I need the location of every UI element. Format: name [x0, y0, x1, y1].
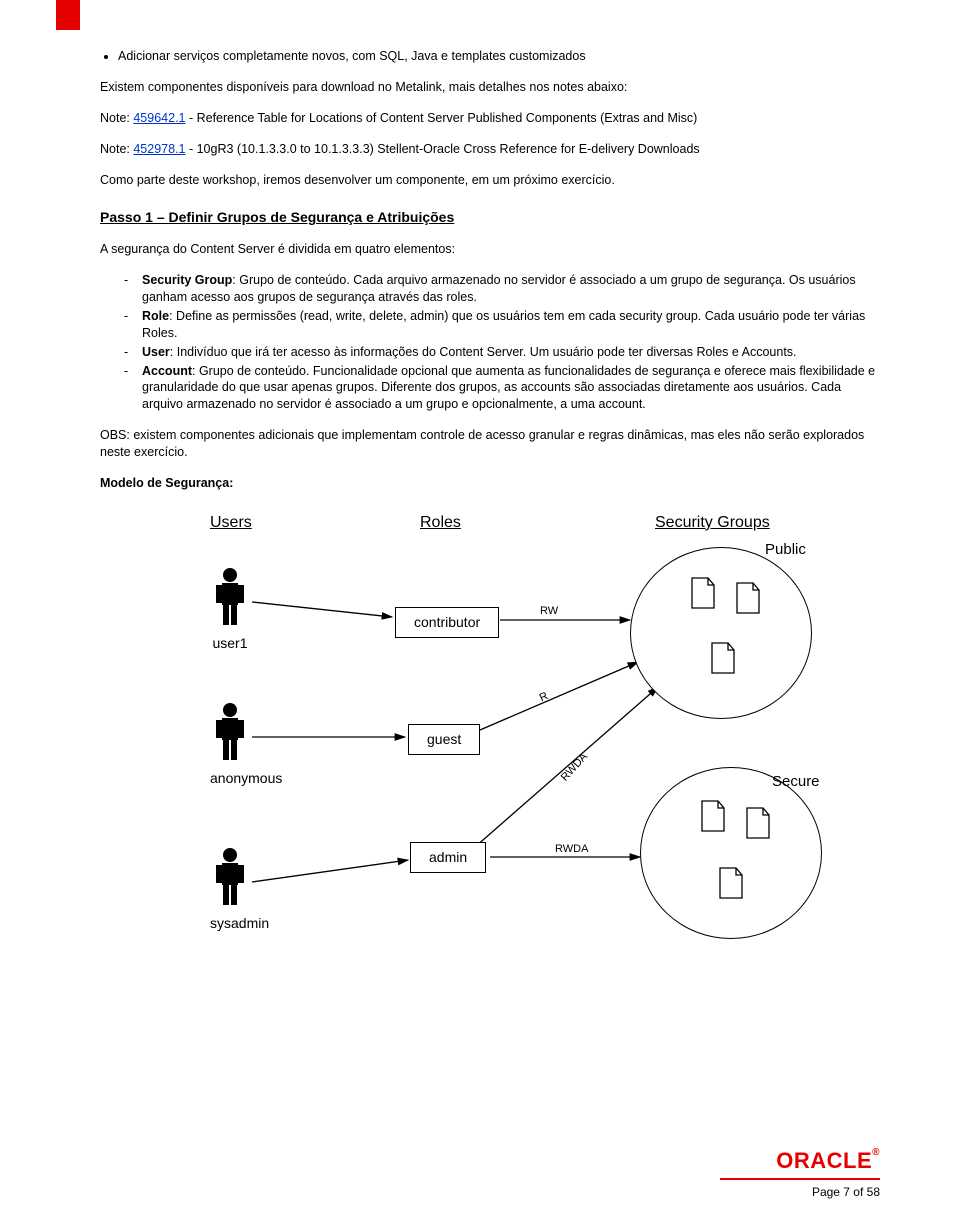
note-2-link[interactable]: 452978.1: [133, 142, 185, 156]
def-security-group-text: : Grupo de conteúdo. Cada arquivo armaze…: [142, 273, 856, 304]
def-user-text: : Indivíduo que irá ter acesso às inform…: [170, 345, 797, 359]
def-user-term: User: [142, 345, 170, 359]
document-icon: [690, 577, 716, 609]
oracle-logo: ORACLE®: [720, 1146, 880, 1176]
note-1: Note: 459642.1 - Reference Table for Loc…: [100, 110, 880, 127]
document-icon: [735, 582, 761, 614]
def-account-text: : Grupo de conteúdo. Funcionalidade opci…: [142, 364, 875, 412]
note-1-link[interactable]: 459642.1: [133, 111, 185, 125]
def-security-group-term: Security Group: [142, 273, 232, 287]
def-account: Account: Grupo de conteúdo. Funcionalida…: [124, 363, 880, 414]
def-role-term: Role: [142, 309, 169, 323]
column-header-security-groups: Security Groups: [655, 512, 770, 534]
workshop-note: Como parte deste workshop, iremos desenv…: [100, 172, 880, 189]
note-2: Note: 452978.1 - 10gR3 (10.1.3.3.0 to 10…: [100, 141, 880, 158]
user-icon-anonymous: anonymous: [210, 702, 250, 788]
user-label-anonymous: anonymous: [210, 769, 250, 788]
components-intro: Existem componentes disponíveis para dow…: [100, 79, 880, 96]
def-role: Role: Define as permissões (read, write,…: [124, 308, 880, 342]
security-definitions: Security Group: Grupo de conteúdo. Cada …: [100, 272, 880, 413]
column-header-users: Users: [210, 512, 252, 534]
user-icon-user1: user1: [210, 567, 250, 653]
obs-note: OBS: existem componentes adicionais que …: [100, 427, 880, 461]
security-model-heading-text: Modelo de Segurança:: [100, 476, 233, 490]
page-content: Adicionar serviços completamente novos, …: [0, 0, 960, 952]
def-user: User: Indivíduo que irá ter acesso às in…: [124, 344, 880, 361]
document-icon: [700, 800, 726, 832]
group-label-public: Public: [765, 540, 806, 560]
security-model-heading: Modelo de Segurança:: [100, 475, 880, 492]
user-label-user1: user1: [210, 634, 250, 653]
oracle-logo-underline: [720, 1178, 880, 1180]
def-security-group: Security Group: Grupo de conteúdo. Cada …: [124, 272, 880, 306]
def-account-term: Account: [142, 364, 192, 378]
registered-mark-icon: ®: [872, 1147, 880, 1158]
feature-bullet-list: Adicionar serviços completamente novos, …: [118, 48, 880, 65]
perm-label-rwda-secure: RWDA: [555, 842, 588, 857]
perm-label-r: R: [537, 689, 550, 706]
perm-label-rw: RW: [540, 604, 558, 619]
feature-bullet: Adicionar serviços completamente novos, …: [118, 48, 880, 65]
step-1-title: Passo 1 – Definir Grupos de Segurança e …: [100, 208, 880, 227]
group-circle-public: [630, 547, 812, 719]
note-1-suffix: - Reference Table for Locations of Conte…: [186, 111, 698, 125]
def-role-text: : Define as permissões (read, write, del…: [142, 309, 865, 340]
perm-label-rwda-public: RWDA: [558, 750, 591, 785]
security-model-diagram: Users Roles Security Groups: [160, 512, 860, 952]
user-icon-sysadmin: sysadmin: [210, 847, 250, 933]
group-circle-secure: [640, 767, 822, 939]
document-icon: [710, 642, 736, 674]
role-box-admin: admin: [410, 842, 486, 873]
user-label-sysadmin: sysadmin: [210, 914, 250, 933]
group-label-secure: Secure: [772, 772, 820, 792]
role-box-contributor: contributor: [395, 607, 499, 638]
page-number: Page 7 of 58: [720, 1184, 880, 1200]
security-intro: A segurança do Content Server é dividida…: [100, 241, 880, 258]
header-red-tab: [56, 0, 80, 30]
document-icon: [718, 867, 744, 899]
page-footer: ORACLE® Page 7 of 58: [720, 1146, 880, 1200]
oracle-logo-text: ORACLE: [776, 1148, 872, 1173]
column-header-roles: Roles: [420, 512, 461, 534]
role-box-guest: guest: [408, 724, 480, 755]
note-2-prefix: Note:: [100, 142, 133, 156]
note-2-suffix: - 10gR3 (10.1.3.3.0 to 10.1.3.3.3) Stell…: [186, 142, 700, 156]
document-icon: [745, 807, 771, 839]
note-1-prefix: Note:: [100, 111, 133, 125]
